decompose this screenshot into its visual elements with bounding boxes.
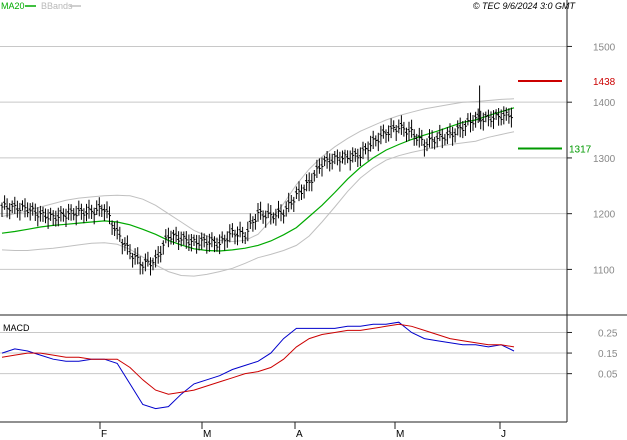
macd-signal-line (1, 323, 515, 395)
price-y-tick-label: 1400 (593, 98, 616, 109)
legend-ma-label: MA20 (1, 1, 25, 11)
x-tick-label: M (396, 429, 404, 440)
macd-series-group (1, 321, 515, 410)
level-label: 1438 (593, 77, 616, 88)
x-tick-label: J (501, 429, 506, 440)
stock-chart: 14381317 11001200130014001500 0.250.150.… (0, 0, 627, 440)
macd-y-tick-label: 0.15 (598, 349, 618, 360)
legend-bb-label: BBands (41, 1, 73, 11)
price-y-tick-label: 1300 (593, 154, 616, 165)
price-y-tick-label: 1500 (593, 42, 616, 53)
macd-title: MACD (3, 323, 30, 333)
x-tick-label: M (203, 429, 211, 440)
price-panel-background (0, 13, 567, 314)
price-y-tick-label: 1200 (593, 210, 616, 221)
copyright-watermark: © TEC 9/6/2024 3:0 GMT (473, 1, 577, 11)
macd-y-tick-label: 0.05 (598, 370, 618, 381)
level-label: 1317 (569, 144, 592, 155)
x-tick-label: A (296, 429, 303, 440)
macd-y-tick-label: 0.25 (598, 328, 618, 339)
x-tick-label: F (101, 429, 107, 440)
price-y-tick-label: 1100 (593, 265, 615, 276)
macd-y-axis-ticks: 0.25 0.15 0.05 (567, 328, 618, 381)
time-axis: FMAMJ (99, 422, 506, 440)
macd-line (1, 321, 515, 410)
